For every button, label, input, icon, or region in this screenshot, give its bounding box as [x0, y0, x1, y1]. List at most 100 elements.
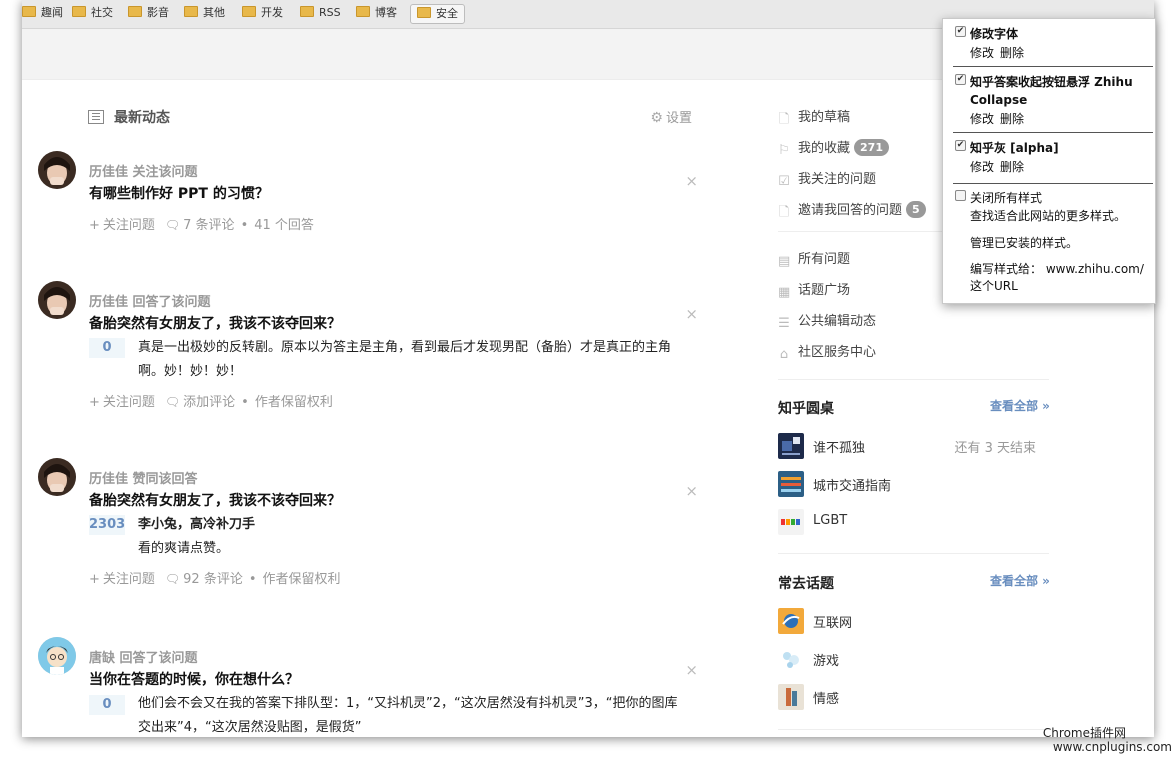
roundtable-item[interactable]: 谁不孤独 还有 3 天结束 [778, 433, 1049, 459]
avatar[interactable] [38, 151, 76, 189]
delete-style-link[interactable]: 删除 [1000, 46, 1024, 60]
close-icon[interactable]: × [685, 305, 698, 323]
feed-header: 最新动态 ⚙ 设置 [88, 106, 692, 130]
folder-icon [356, 6, 370, 17]
topic-item[interactable]: 游戏 [778, 646, 1049, 672]
follow-question-button[interactable]: + 关注问题 [89, 572, 155, 587]
close-icon[interactable]: × [685, 661, 698, 679]
answer-summary[interactable]: 他们会不会又在我的答案下排队型：1，“又抖机灵”2，“这次居然没有抖机灵”3，“… [138, 692, 686, 737]
item-actions: + 关注问题 🗨 92 条评论 • 作者保留权利 [89, 568, 341, 587]
answers-count-link[interactable]: 41 个回答 [254, 218, 314, 233]
question-title[interactable]: 备胎突然有女朋友了，我该不该夺回来？ [89, 313, 341, 333]
sidebar-item-topic-square[interactable]: ▦ 话题广场 [778, 279, 850, 300]
sidebar-item-drafts[interactable]: 🗋 我的草稿 [778, 106, 850, 127]
bookmark-folder[interactable]: 社交 [72, 4, 113, 22]
delete-style-link[interactable]: 删除 [1000, 112, 1024, 126]
find-more-styles-link[interactable]: 查找适合此网站的更多样式。 [970, 207, 1126, 224]
folder-icon [242, 6, 256, 17]
sidebar-item-collections[interactable]: ⚐ 我的收藏 271 [778, 137, 889, 158]
watermark-line1: Chrome插件网 [1042, 726, 1126, 740]
edit-style-link[interactable]: 修改 [970, 46, 994, 60]
topic-icon [778, 684, 804, 710]
answer-summary[interactable]: 看的爽请点赞。 [138, 537, 698, 561]
vote-count[interactable]: 0 [89, 695, 125, 715]
sidebar-item-public-edits[interactable]: ☰ 公共编辑动态 [778, 310, 876, 331]
sidebar-item-all-questions[interactable]: ▤ 所有问题 [778, 248, 850, 269]
style-checkbox[interactable]: ✔ [955, 140, 966, 151]
vote-count[interactable]: 2303 [89, 515, 125, 535]
manage-styles-link[interactable]: 管理已安装的样式。 [970, 234, 1078, 251]
feed-item: 历佳佳 关注该问题 有哪些制作好 PPT 的习惯？ × + 关注问题 🗨 7 条评论 •… [38, 151, 698, 241]
add-comment-link[interactable]: 添加评论 [183, 395, 235, 410]
popup-divider [953, 66, 1153, 67]
bookmark-folder[interactable]: 开发 [242, 4, 283, 22]
roundtable-see-all-link[interactable]: 查看全部 » [990, 397, 1050, 414]
bookmark-folder[interactable]: 其他 [184, 4, 225, 22]
answer-summary[interactable]: 真是一出极妙的反转剧。原本以为答主是主角，看到最后才发现男配（备胎）才是真正的主… [138, 336, 683, 384]
list-icon: ☰ [778, 316, 790, 331]
topics-see-all-link[interactable]: 查看全部 » [990, 572, 1050, 589]
divider [778, 553, 1049, 554]
copyright-link[interactable]: 作者保留权利 [263, 572, 341, 587]
bookmark-button[interactable]: 安全 [410, 4, 465, 24]
bookmark-folder[interactable]: RSS [300, 4, 341, 22]
style-name[interactable]: 知乎灰 [alpha] [970, 139, 1150, 157]
delete-style-link[interactable]: 删除 [1000, 160, 1024, 174]
sidebar-item-service-center[interactable]: ⌂ 社区服务中心 [778, 341, 876, 362]
style-checkbox[interactable]: ✔ [955, 74, 966, 85]
comment-icon: 🗨 [164, 218, 181, 232]
item-meta[interactable]: 历佳佳 关注该问题 [89, 161, 198, 180]
edit-style-link[interactable]: 修改 [970, 112, 994, 126]
item-meta[interactable]: 唐缺 回答了该问题 [89, 647, 198, 666]
topic-item[interactable]: 情感 [778, 684, 1049, 710]
follow-question-button[interactable]: + 关注问题 [89, 395, 155, 410]
item-actions: + 关注问题 🗨 7 条评论 • 41 个回答 [89, 214, 314, 233]
roundtable-item[interactable]: LGBT [778, 509, 1049, 535]
bookmark-folder[interactable]: 影音 [128, 4, 169, 22]
topic-item[interactable]: 互联网 [778, 608, 1049, 634]
disable-all-checkbox[interactable] [955, 190, 966, 201]
grid-icon: ▦ [778, 285, 791, 300]
copyright-link[interactable]: 作者保留权利 [255, 395, 333, 410]
folder-icon [184, 6, 198, 17]
comments-link[interactable]: 92 条评论 [183, 572, 243, 587]
write-style-for-url-link[interactable]: 这个URL [970, 277, 1018, 294]
bookmark-folder[interactable]: 博客 [356, 4, 397, 22]
roundtable-item[interactable]: 城市交通指南 [778, 471, 1049, 497]
avatar[interactable] [38, 637, 76, 675]
vote-count[interactable]: 0 [89, 338, 125, 358]
folder-icon [300, 6, 314, 17]
topic-icon [778, 646, 804, 672]
close-icon[interactable]: × [685, 172, 698, 190]
avatar[interactable] [38, 281, 76, 319]
item-meta[interactable]: 历佳佳 赞同该回答 [89, 468, 198, 487]
comments-link[interactable]: 7 条评论 [183, 218, 234, 233]
edit-style-link[interactable]: 修改 [970, 160, 994, 174]
question-title[interactable]: 当你在答题的时候，你在想什么？ [89, 669, 299, 689]
item-meta[interactable]: 历佳佳 回答了该问题 [89, 291, 211, 310]
style-checkbox[interactable]: ✔ [955, 26, 966, 37]
stylish-popup: ✔ 修改字体 修改 删除 ✔ 知乎答案收起按钮悬浮 Zhihu Collapse … [942, 18, 1156, 304]
bookmark-folder[interactable]: 趣闻 [22, 4, 63, 22]
folder-icon [417, 7, 431, 18]
answer-author[interactable]: 李小兔，高冷补刀手 [138, 513, 698, 537]
close-icon[interactable]: × [685, 482, 698, 500]
feed-item: 历佳佳 赞同该回答 备胎突然有女朋友了，我该不该夺回来？ × 2303 李小兔，… [38, 458, 698, 588]
write-style-for-site-link[interactable]: 编写样式给： www.zhihu.com/ [970, 260, 1144, 277]
style-name[interactable]: 知乎答案收起按钮悬浮 Zhihu Collapse [970, 73, 1150, 109]
style-name[interactable]: 修改字体 [970, 25, 1150, 43]
plus-icon: + [89, 572, 100, 587]
feed-item: 唐缺 回答了该问题 当你在答题的时候，你在想什么？ × 0 他们会不会又在我的答… [38, 637, 698, 737]
roundtable-thumbnail [778, 433, 804, 459]
avatar[interactable] [38, 458, 76, 496]
divider [778, 729, 1049, 730]
sidebar-item-followed-questions[interactable]: ☑ 我关注的问题 [778, 168, 876, 189]
question-title[interactable]: 有哪些制作好 PPT 的习惯？ [89, 183, 269, 203]
question-title[interactable]: 备胎突然有女朋友了，我该不该夺回来？ [89, 490, 341, 510]
disable-all-label[interactable]: 关闭所有样式 [970, 189, 1150, 207]
draft-icon: 🗋 [778, 112, 790, 127]
settings-link[interactable]: ⚙ 设置 [650, 107, 692, 126]
style-entry: ✔ 知乎灰 [alpha] 修改 删除 [955, 139, 1145, 181]
follow-question-button[interactable]: + 关注问题 [89, 218, 155, 233]
sidebar-item-invitations[interactable]: 🗋 邀请我回答的问题 5 [778, 199, 926, 220]
